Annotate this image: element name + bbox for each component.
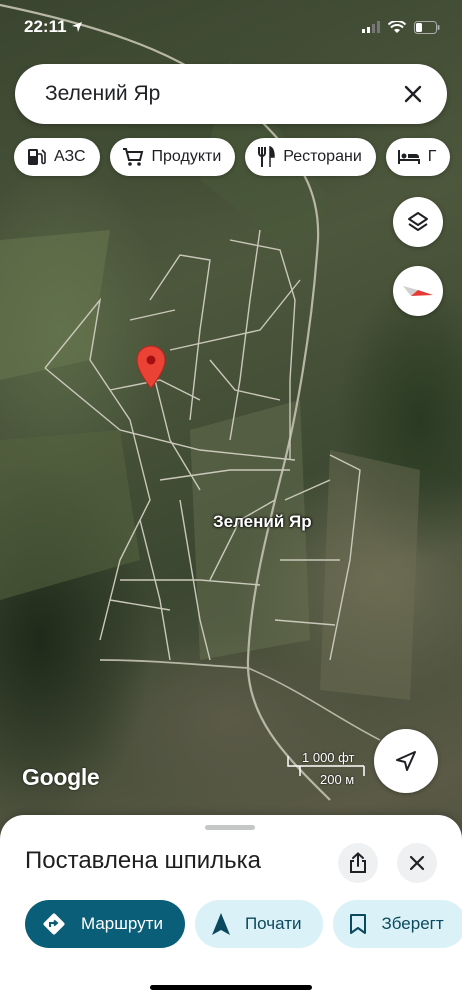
layers-button[interactable] — [393, 197, 443, 247]
sheet-drag-handle[interactable] — [205, 825, 255, 830]
sheet-title: Поставлена шпилька — [25, 847, 262, 874]
hotel-icon — [397, 150, 420, 164]
restaurant-icon — [258, 146, 276, 167]
chip-label: Продукти — [151, 148, 222, 165]
share-icon — [350, 852, 366, 873]
clock: 22:11 — [24, 17, 67, 36]
google-logo: Google — [22, 764, 100, 790]
scale-imperial: 1 000 фт — [302, 750, 355, 765]
compass-button[interactable] — [393, 266, 443, 316]
share-button[interactable] — [338, 843, 378, 883]
scale-metric: 200 м — [320, 772, 355, 787]
search-bar[interactable]: Зелений Яр — [15, 64, 447, 124]
navigation-arrow-icon — [211, 913, 230, 935]
close-sheet-button[interactable] — [397, 843, 437, 883]
start-label: Почати — [244, 914, 302, 933]
compass-icon — [403, 286, 433, 296]
home-indicator — [150, 985, 312, 990]
category-chips: АЗС Продукти Ресторани Г — [14, 138, 451, 178]
bottom-sheet[interactable]: Поставлена шпилька Маршрути Почати Збере… — [0, 815, 462, 1000]
wifi-icon — [388, 20, 406, 33]
gas-station-icon — [28, 149, 46, 165]
save-label: Зберегт — [381, 914, 444, 933]
battery-icon — [414, 20, 440, 34]
map-scale: 1 000 фт 200 м — [286, 748, 366, 790]
chip-label: Ресторани — [283, 148, 362, 165]
start-button[interactable]: Почати — [194, 900, 324, 948]
layers-icon — [408, 212, 428, 231]
directions-label: Маршрути — [81, 914, 163, 933]
close-icon — [409, 855, 425, 871]
save-button[interactable]: Зберегт — [333, 900, 462, 948]
chip-groceries[interactable]: Продукти — [109, 138, 236, 176]
map-place-label: Зелений Яр — [213, 512, 312, 531]
my-location-button[interactable] — [374, 729, 438, 793]
close-icon — [404, 85, 422, 103]
navigation-arrow-icon — [396, 751, 416, 771]
chip-hotels[interactable]: Г — [385, 138, 451, 176]
cellular-signal-icon — [362, 21, 380, 33]
clear-search-button[interactable] — [399, 80, 427, 108]
bookmark-icon — [350, 914, 367, 934]
chip-gas-stations[interactable]: АЗС — [14, 138, 100, 176]
sheet-actions: Маршрути Почати Зберегт — [25, 900, 462, 948]
directions-icon — [43, 913, 65, 935]
dropped-pin-marker — [136, 345, 166, 389]
chip-restaurants[interactable]: Ресторани — [245, 138, 376, 176]
search-query[interactable]: Зелений Яр — [45, 82, 399, 106]
status-bar: 22:11 — [24, 14, 440, 40]
directions-button[interactable]: Маршрути — [25, 900, 185, 948]
location-arrow-icon — [71, 22, 82, 32]
chip-label: Г — [427, 148, 437, 165]
chip-label: АЗС — [54, 148, 86, 165]
cart-icon — [122, 148, 143, 166]
